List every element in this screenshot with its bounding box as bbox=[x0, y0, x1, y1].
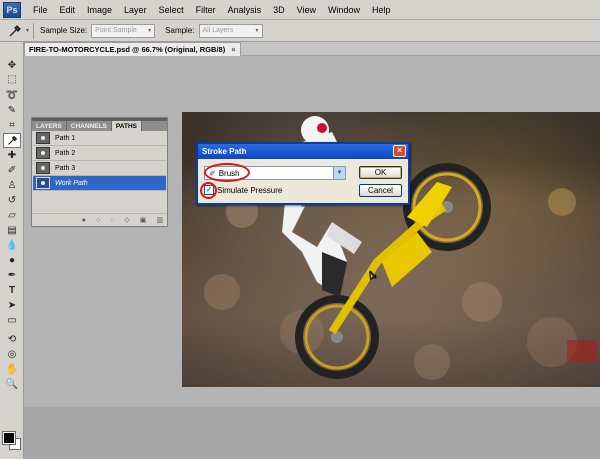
type-tool-icon[interactable]: T bbox=[3, 283, 21, 298]
menu-layer[interactable]: Layer bbox=[118, 5, 153, 15]
menu-analysis[interactable]: Analysis bbox=[222, 5, 268, 15]
3d-orbit-tool-icon[interactable]: ◎ bbox=[3, 347, 21, 362]
document-title: FIRE-TO-MOTORCYCLE.psd @ 66.7% (Original… bbox=[29, 45, 226, 54]
chevron-down-icon: ▾ bbox=[255, 28, 259, 34]
sample-size-select[interactable]: Point Sample ▾ bbox=[91, 23, 156, 38]
simulate-pressure-checkbox[interactable]: ✓ bbox=[204, 185, 214, 195]
menu-file[interactable]: File bbox=[27, 5, 54, 15]
simulate-pressure-label: Simulate Pressure bbox=[217, 185, 283, 195]
dodge-tool-icon[interactable]: ● bbox=[3, 253, 21, 268]
panel-tabs: LAYERS CHANNELS PATHS bbox=[32, 121, 167, 131]
path-selection-tool-icon[interactable]: ➤ bbox=[3, 298, 21, 313]
blur-tool-icon[interactable]: 💧 bbox=[3, 238, 21, 253]
healing-brush-tool-icon[interactable]: ✚ bbox=[3, 148, 21, 163]
foreground-color-swatch[interactable] bbox=[2, 431, 16, 445]
path-label: Path 2 bbox=[55, 149, 76, 157]
crop-tool-icon[interactable]: ⌗ bbox=[3, 118, 21, 133]
zoom-tool-icon[interactable]: 🔍 bbox=[3, 377, 21, 392]
fill-path-icon[interactable]: ● bbox=[82, 217, 86, 224]
make-work-path-icon[interactable]: ◇ bbox=[124, 216, 129, 224]
stroke-path-icon[interactable]: ○ bbox=[96, 217, 100, 224]
path-thumbnail bbox=[36, 162, 50, 174]
path-thumbnail bbox=[36, 147, 50, 159]
tab-layers[interactable]: LAYERS bbox=[32, 121, 67, 131]
document-tab[interactable]: FIRE-TO-MOTORCYCLE.psd @ 66.7% (Original… bbox=[24, 42, 241, 56]
clone-stamp-tool-icon[interactable]: ♙ bbox=[3, 178, 21, 193]
move-tool-icon[interactable]: ✥ bbox=[3, 58, 21, 73]
photoshop-logo: Ps bbox=[3, 1, 21, 18]
menu-select[interactable]: Select bbox=[153, 5, 190, 15]
eyedropper-tool-icon[interactable] bbox=[3, 133, 21, 148]
path-row-3[interactable]: Path 3 bbox=[33, 161, 166, 176]
history-brush-tool-icon[interactable]: ↺ bbox=[3, 193, 21, 208]
new-path-icon[interactable]: ▣ bbox=[140, 216, 147, 224]
sample-select[interactable]: All Layers ▾ bbox=[198, 23, 263, 38]
trash-icon[interactable]: ▥ bbox=[156, 216, 163, 224]
sample-size-label: Sample Size: bbox=[40, 26, 88, 35]
sample-label: Sample: bbox=[165, 26, 195, 35]
path-thumbnail bbox=[36, 177, 50, 189]
eyedropper-icon[interactable] bbox=[4, 22, 26, 40]
menu-bar: Ps File Edit Image Layer Select Filter A… bbox=[0, 0, 600, 20]
menu-help[interactable]: Help bbox=[366, 5, 397, 15]
stroke-path-dialog: Stroke Path × ✐ Brush ▼ ✓ Simulate Press… bbox=[196, 142, 410, 205]
dialog-title: Stroke Path bbox=[202, 147, 247, 156]
lasso-tool-icon[interactable]: ➰ bbox=[3, 88, 21, 103]
tools-panel: ✥ ⬚ ➰ ✎ ⌗ ✚ ✐ ♙ ↺ ▱ ▤ 💧 ● ✒ T ➤ ▭ ⟲ ◎ ✋ … bbox=[0, 42, 24, 459]
path-row-1[interactable]: Path 1 bbox=[33, 131, 166, 146]
marquee-tool-icon[interactable]: ⬚ bbox=[3, 72, 21, 87]
path-label: Path 3 bbox=[55, 164, 76, 172]
path-row-work-path[interactable]: Work Path bbox=[33, 176, 166, 191]
path-label: Work Path bbox=[55, 179, 88, 187]
chevron-down-icon[interactable]: ▼ bbox=[333, 167, 345, 179]
sample-value: All Layers bbox=[202, 27, 234, 34]
menu-window[interactable]: Window bbox=[322, 5, 366, 15]
tab-channels[interactable]: CHANNELS bbox=[67, 121, 112, 131]
close-icon[interactable]: × bbox=[231, 45, 235, 54]
brush-tool-icon[interactable]: ✐ bbox=[3, 163, 21, 178]
shape-tool-icon[interactable]: ▭ bbox=[3, 313, 21, 328]
3d-rotate-tool-icon[interactable]: ⟲ bbox=[3, 332, 21, 347]
menu-edit[interactable]: Edit bbox=[54, 5, 82, 15]
pasteboard bbox=[24, 407, 600, 459]
options-bar: ▾ Sample Size: Point Sample ▾ Sample: All… bbox=[0, 20, 600, 42]
hand-tool-icon[interactable]: ✋ bbox=[3, 362, 21, 377]
quick-select-tool-icon[interactable]: ✎ bbox=[3, 103, 21, 118]
close-icon[interactable]: × bbox=[393, 145, 406, 157]
dialog-title-bar[interactable]: Stroke Path × bbox=[198, 144, 408, 159]
paths-panel: LAYERS CHANNELS PATHS Path 1 Path 2 Path… bbox=[31, 117, 168, 227]
path-thumbnail bbox=[36, 132, 50, 144]
tab-paths[interactable]: PATHS bbox=[111, 121, 142, 131]
tool-select[interactable]: ✐ Brush ▼ bbox=[204, 166, 346, 180]
menu-3d[interactable]: 3D bbox=[267, 5, 291, 15]
options-divider bbox=[33, 22, 35, 39]
path-row-2[interactable]: Path 2 bbox=[33, 146, 166, 161]
panel-footer: ● ○ ◌ ◇ ▣ ▥ bbox=[32, 213, 167, 226]
menu-image[interactable]: Image bbox=[81, 5, 118, 15]
pen-tool-icon[interactable]: ✒ bbox=[3, 268, 21, 283]
document-tab-bar: FIRE-TO-MOTORCYCLE.psd @ 66.7% (Original… bbox=[24, 42, 600, 56]
sample-size-value: Point Sample bbox=[95, 27, 137, 34]
cancel-button[interactable]: Cancel bbox=[359, 184, 402, 197]
path-label: Path 1 bbox=[55, 134, 76, 142]
menu-filter[interactable]: Filter bbox=[190, 5, 222, 15]
load-selection-icon[interactable]: ◌ bbox=[110, 217, 114, 224]
brush-icon: ✐ bbox=[209, 168, 216, 178]
gradient-tool-icon[interactable]: ▤ bbox=[3, 223, 21, 238]
eraser-tool-icon[interactable]: ▱ bbox=[3, 208, 21, 223]
chevron-down-icon: ▾ bbox=[148, 28, 152, 34]
tool-select-value: Brush bbox=[218, 168, 240, 178]
ok-button[interactable]: OK bbox=[359, 166, 402, 179]
chevron-down-icon[interactable]: ▾ bbox=[26, 27, 29, 34]
simulate-pressure-option[interactable]: ✓ Simulate Pressure bbox=[204, 185, 282, 195]
menu-view[interactable]: View bbox=[291, 5, 322, 15]
